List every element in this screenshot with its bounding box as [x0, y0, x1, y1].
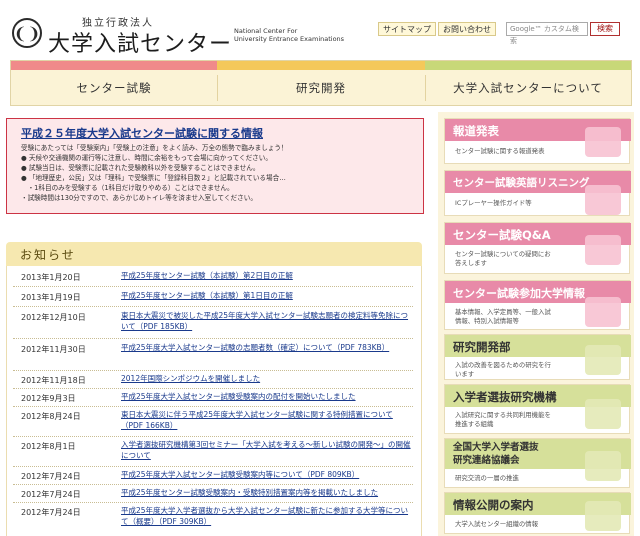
- nav-stripe-1: [11, 61, 217, 70]
- news-row: 2012年7月24日 平成25年度センター試験受験案内・受験特別措置案内等を掲載…: [13, 484, 413, 503]
- notice-line: ● 試験当日は、受験票に記載された受験教科以外を受験することはできません。: [21, 164, 260, 172]
- nav-item-research[interactable]: 研究開発: [217, 73, 425, 103]
- notice-line: ● 天候や交通機関の運行等に注意し、時間に余裕をもって会場に向かってください。: [21, 154, 272, 162]
- notice-body: 受験にあたっては「受験案内」「受験上の注意」をよく読み、万全の態勢で臨みましょう…: [21, 143, 288, 203]
- card-desc: 研究交流の一層の推進: [455, 474, 519, 482]
- search-button[interactable]: 検索: [590, 22, 620, 36]
- news-link[interactable]: 平成25年度センター試験（本試験）第1日目の正解: [121, 291, 293, 300]
- notice-line: ● 「地理歴史，公民」又は「理科」で受験票に「登録科目数２」と記載されている場合…: [21, 174, 286, 182]
- org-en-line-1: National Center For: [234, 27, 298, 35]
- card-title-line-1: 全国大学入学者選抜: [453, 442, 539, 453]
- headphones-icon: [585, 185, 621, 215]
- sidebar-card-research-dept[interactable]: 研究開発部 入試の改善を図るための研究を行います: [444, 334, 631, 380]
- card-title: センター試験参加大学情報: [453, 287, 585, 300]
- news-row: 2013年1月19日 平成25年度センター試験（本試験）第1日目の正解: [13, 286, 413, 307]
- sidebar-card-qa[interactable]: センター試験Q&A センター試験についての疑問にお答えします: [444, 222, 631, 274]
- book-icon: [585, 345, 621, 375]
- question-bubble-icon: [585, 235, 621, 265]
- card-title: 報道発表: [453, 124, 499, 138]
- news-date: 2012年11月30日: [21, 345, 86, 354]
- news-row: 2012年11月18日 2012年国際シンポジウムを開催しました: [13, 370, 413, 389]
- sidebar-card-universities[interactable]: センター試験参加大学情報 基本情報、入学定員等、一般入試情報、特別入試情報等: [444, 280, 631, 330]
- news-date: 2012年9月3日: [21, 394, 76, 403]
- card-title: 入学者選抜研究機構: [453, 390, 557, 404]
- card-title: センター試験Q&A: [453, 228, 551, 242]
- card-desc: 入試の改善を図るための研究を行います: [455, 361, 551, 378]
- nav-item-center-exam[interactable]: センター試験: [11, 73, 217, 103]
- newspaper-icon: [585, 127, 621, 157]
- main-nav: センター試験 研究開発 大学入試センターについて: [10, 60, 632, 106]
- meeting-table-icon: [585, 451, 621, 481]
- nav-stripe-3: [425, 61, 631, 70]
- news-link[interactable]: 平成25年度センター試験（本試験）第2日目の正解: [121, 271, 293, 280]
- notice-line: ・1科目のみを受験する（1科目だけ取りやめる）ことはできません。: [21, 184, 234, 192]
- notice-line: ・試験時間は130分ですので、あらかじめトイレ等を済ませ入室してください。: [21, 194, 257, 202]
- news-link[interactable]: 東日本大震災で被災した平成25年度大学入試センター試験志願者の検定料等免除につい…: [121, 311, 408, 331]
- news-row: 2012年12月10日 東日本大震災で被災した平成25年度大学入試センター試験志…: [13, 306, 413, 339]
- site-header: ❨❩ 独立行政法人 大学入試センター National Center For U…: [0, 0, 640, 58]
- news-list: 2013年1月20日 平成25年度センター試験（本試験）第2日目の正解 2013…: [6, 266, 422, 536]
- news-row: 2012年9月3日 平成25年度大学入試センター試験受験案内の配付を開始いたしま…: [13, 388, 413, 407]
- card-title: センター試験英語リスニング: [453, 177, 590, 189]
- news-link[interactable]: 平成25年度大学入試センター試験の志願者数（確定）について（PDF 783KB）: [121, 343, 389, 352]
- news-row: 2012年7月24日 平成25年度大学入学者選抜から大学入試センター試験に新たに…: [13, 502, 413, 532]
- card-desc: センター試験に関する報道発表: [455, 147, 545, 155]
- sitemap-button[interactable]: サイトマップ: [378, 22, 436, 36]
- news-link[interactable]: 平成25年度大学入試センター試験受験案内の配付を開始いたしました: [121, 392, 356, 401]
- card-desc: 基本情報、入学定員等、一般入試情報、特別入試情報等: [455, 308, 551, 325]
- card-desc: センター試験についての疑問にお答えします: [455, 250, 551, 267]
- card-desc: 入試研究に関する共同利用機能を推進する組織: [455, 411, 551, 428]
- contact-button[interactable]: お問い合わせ: [438, 22, 496, 36]
- news-row: 2012年11月30日 平成25年度大学入試センター試験の志願者数（確定）につい…: [13, 338, 413, 371]
- nav-item-about[interactable]: 大学入試センターについて: [425, 73, 631, 103]
- news-date: 2012年7月24日: [21, 472, 81, 481]
- news-date: 2012年11月18日: [21, 376, 86, 385]
- news-date: 2012年7月24日: [21, 508, 81, 517]
- news-link[interactable]: 平成25年度大学入試センター試験受験案内等について（PDF 809KB）: [121, 470, 359, 479]
- university-building-icon: [585, 297, 621, 327]
- news-date: 2013年1月19日: [21, 293, 81, 302]
- notice-title-link[interactable]: 平成２５年度大学入試センター試験に関する情報: [21, 125, 263, 141]
- news-row: 2012年7月24日 平成25年度大学入試センター試験受験案内等について（PDF…: [13, 466, 413, 485]
- org-name-logo[interactable]: 大学入試センター: [48, 26, 232, 58]
- sidebar-card-selection-research[interactable]: 入学者選抜研究機構 入試研究に関する共同利用機能を推進する組織: [444, 384, 631, 434]
- news-date: 2012年7月24日: [21, 490, 81, 499]
- news-date: 2012年8月24日: [21, 412, 81, 421]
- news-link[interactable]: 2012年国際シンポジウムを開催しました: [121, 374, 260, 383]
- sidebar-card-council[interactable]: 全国大学入学者選抜 研究連絡協議会 研究交流の一層の推進: [444, 438, 631, 488]
- card-desc: 大学入試センター組織の情報: [455, 520, 539, 528]
- news-row: 2012年8月1日 入学者選抜研究機構第3回セミナー「大学入試を考える～新しい試…: [13, 436, 413, 467]
- sidebar-card-listening[interactable]: センター試験英語リスニング ICプレーヤー操作ガイド等: [444, 170, 631, 216]
- card-desc: ICプレーヤー操作ガイド等: [455, 199, 532, 207]
- card-title: 研究開発部: [453, 340, 511, 354]
- sidebar-card-press-release[interactable]: 報道発表 センター試験に関する報道発表: [444, 118, 631, 164]
- card-title: 情報公開の案内: [453, 498, 534, 512]
- news-link[interactable]: 平成25年度センター試験受験案内・受験特別措置案内等を掲載いたしました: [121, 488, 378, 497]
- news-date: 2013年1月20日: [21, 273, 81, 282]
- sidebar-card-disclosure[interactable]: 情報公開の案内 大学入試センター組織の情報: [444, 492, 631, 534]
- news-link[interactable]: 東日本大震災に伴う平成25年度大学入試センター試験に関する特例措置について（PD…: [121, 410, 393, 430]
- logo-emblem-icon[interactable]: ❨❩: [12, 18, 42, 48]
- org-en-line-2: University Entrance Examinations: [234, 35, 345, 43]
- news-row: 2012年8月24日 東日本大震災に伴う平成25年度大学入試センター試験に関する…: [13, 406, 413, 437]
- notice-line: 受験にあたっては「受験案内」「受験上の注意」をよく読み、万全の態勢で臨みましょう…: [21, 144, 288, 152]
- news-date: 2012年12月10日: [21, 313, 86, 322]
- org-english-name: National Center For University Entrance …: [234, 27, 354, 43]
- search-input[interactable]: Google™ カスタム検索: [506, 22, 588, 45]
- news-row: 2013年1月20日 平成25年度センター試験（本試験）第2日目の正解: [13, 266, 413, 287]
- news-link[interactable]: 平成25年度大学入学者選抜から大学入試センター試験に新たに参加する大学等について…: [121, 506, 408, 526]
- news-heading: お知らせ: [20, 248, 76, 262]
- news-date: 2012年8月1日: [21, 442, 76, 451]
- sidebar: 報道発表 センター試験に関する報道発表 センター試験英語リスニング ICプレーヤ…: [438, 112, 634, 536]
- card-title-line-2: 研究連絡協議会: [453, 455, 520, 466]
- exam-notice-box: 平成２５年度大学入試センター試験に関する情報 受験にあたっては「受験案内」「受験…: [6, 118, 424, 214]
- news-link[interactable]: 入学者選抜研究機構第3回セミナー「大学入試を考える～新しい試験の開発～」の開催に…: [121, 440, 411, 460]
- document-icon: [585, 501, 621, 531]
- card-title: 全国大学入学者選抜 研究連絡協議会: [453, 441, 539, 467]
- news-heading-bar: お知らせ: [6, 242, 422, 266]
- microscope-icon: [585, 399, 621, 429]
- nav-stripe-2: [217, 61, 425, 70]
